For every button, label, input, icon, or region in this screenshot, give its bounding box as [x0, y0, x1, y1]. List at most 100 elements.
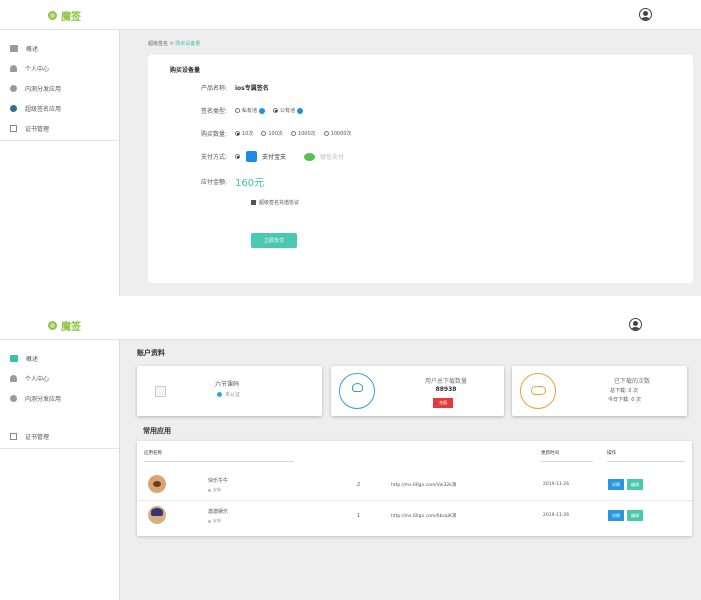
sidebar-item-beta-apps[interactable]: 内测分发应用: [0, 388, 119, 408]
edit-button[interactable]: 编辑: [627, 479, 643, 490]
help-icon[interactable]: [259, 107, 266, 114]
profile-name: 六节课码: [215, 381, 240, 388]
purchase-screen: 魔签 概述 个人中心 内测分发应用 超级签名应用 证书管理 超级签名 > 购买设…: [0, 0, 701, 296]
option-label: 公有池: [280, 108, 296, 114]
app-url[interactable]: http://ms.60gx.com/Vai32k演: [391, 482, 456, 488]
option-label: 私有池: [242, 108, 258, 114]
sidebar-item-overview[interactable]: 概述: [0, 348, 119, 368]
quantity-option-100[interactable]: 100次: [261, 130, 283, 137]
option-label: 1000次: [297, 131, 316, 137]
pay-wechat-option[interactable]: 微信支付: [304, 152, 344, 161]
platform-icon: [208, 519, 211, 523]
account-section-title: 账户资料: [137, 349, 165, 357]
sidebar-item-beta-apps[interactable]: 内测分发应用: [0, 78, 119, 98]
pay-now-button[interactable]: 立即支付: [251, 233, 297, 248]
radio[interactable]: [235, 108, 240, 113]
sidebar: 概述 个人中心 内测分发应用 超级签名应用 证书管理: [0, 30, 120, 296]
sign-type-label: 签名类型:: [200, 108, 227, 115]
app-name: 激激娱乐: [208, 509, 229, 515]
apps-section-title: 常用应用: [143, 427, 171, 435]
option-label: 10次: [242, 131, 254, 137]
amount-row: 应付金额: 160元: [148, 174, 264, 189]
quantity-option-10000[interactable]: 10000次: [323, 130, 352, 137]
pay-alipay-option[interactable]: 支付宝支: [235, 151, 286, 162]
sidebar-item-profile[interactable]: 个人中心: [0, 368, 119, 388]
user-avatar-icon[interactable]: [629, 318, 642, 331]
product-value: ios专属签名: [235, 85, 269, 92]
logo-icon: [48, 11, 57, 20]
header-rule: [541, 461, 593, 462]
certificate-icon: [10, 432, 17, 440]
header-updated: 更新时间: [541, 451, 559, 456]
total-downloads: 总下载: 0 次: [610, 388, 639, 394]
platform-label: 安装: [213, 487, 221, 492]
pay-alipay-label: 支付宝支: [262, 154, 287, 161]
option-label: 10000次: [330, 131, 352, 137]
app-icon[interactable]: [148, 475, 166, 493]
agreement-checkbox[interactable]: [251, 200, 256, 205]
detail-button[interactable]: 详情: [608, 479, 624, 490]
header-app-name: 应用名称: [144, 451, 162, 456]
app-url[interactable]: http://ms.60gx.com/6bsqiK演: [391, 513, 456, 519]
globe-icon: [10, 84, 17, 92]
sidebar-item-label: 概述: [26, 45, 39, 53]
app-updated-date: 2019-11-26: [543, 513, 570, 518]
radio-selected[interactable]: [235, 154, 240, 159]
agreement-row[interactable]: 超级签名充值协议: [251, 199, 299, 206]
radio[interactable]: [261, 131, 267, 136]
app-updated-date: 2019-11-26: [543, 482, 570, 487]
app-name: 快乐牛牛: [208, 478, 229, 484]
table-row[interactable]: 快乐牛牛 安装 2 http://ms.60gx.com/Vai32k演 201…: [137, 470, 692, 500]
quantity-label: 购买数量:: [200, 131, 227, 138]
logo-icon: [48, 321, 57, 330]
product-label: 产品名称:: [200, 85, 227, 92]
today-downloads: 今日下载: 0 次: [608, 397, 642, 403]
card-title: 购买设备量: [170, 67, 201, 74]
header-rule: [144, 461, 294, 462]
radio-selected[interactable]: [235, 131, 240, 136]
option-label: 100次: [268, 131, 283, 137]
amount-value: 160元: [235, 178, 265, 189]
verify-icon: [217, 392, 222, 397]
pay-method-row: 支付方式: 支付宝支 微信支付: [148, 151, 352, 162]
verification-badge[interactable]: 未认证: [217, 391, 240, 398]
app-install-count: 1: [357, 513, 361, 519]
compass-icon: [10, 104, 17, 112]
detail-button[interactable]: 详情: [608, 510, 624, 521]
breadcrumb: 超级签名 > 购买设备量: [148, 40, 200, 47]
sign-type-row: 签名类型: 私有池 公有池: [148, 106, 311, 115]
profile-avatar[interactable]: [155, 386, 166, 397]
edit-button[interactable]: 编辑: [627, 510, 643, 521]
agreement-text[interactable]: 超级签名充值协议: [259, 199, 299, 206]
sign-type-private[interactable]: 私有池: [235, 107, 266, 114]
help-icon[interactable]: [297, 107, 304, 114]
radio[interactable]: [290, 131, 296, 136]
sidebar-item-overview[interactable]: 概述: [0, 38, 119, 58]
quantity-option-10[interactable]: 10次: [235, 130, 253, 137]
table-row[interactable]: 激激娱乐 安装 1 http://ms.60gx.com/6bsqiK演 201…: [137, 500, 692, 530]
quantity-option-1000[interactable]: 1000次: [290, 130, 316, 137]
sidebar-item-profile[interactable]: 个人中心: [0, 58, 119, 78]
sidebar-item-label: 超级签名应用: [25, 105, 62, 113]
alipay-icon: [246, 151, 257, 162]
sidebar-divider: [0, 140, 119, 141]
sidebar-item-certificates[interactable]: 证书管理: [0, 118, 119, 138]
sidebar-item-super-sign-apps[interactable]: 超级签名应用: [0, 98, 119, 118]
monitor-icon: [10, 44, 18, 52]
radio[interactable]: [323, 131, 329, 136]
monitor-icon: [10, 354, 18, 362]
sidebar-item-certificates[interactable]: 证书管理: [0, 426, 119, 446]
recharge-button[interactable]: 充值: [433, 398, 453, 408]
amount-label: 应付金额:: [200, 179, 227, 186]
breadcrumb-parent[interactable]: 超级签名: [148, 41, 168, 47]
globe-icon: [10, 394, 17, 402]
logo[interactable]: 魔签: [48, 318, 81, 333]
remaining-label: 已下载的次数: [613, 378, 650, 385]
platform-icon: [208, 488, 211, 492]
app-icon[interactable]: [148, 506, 166, 524]
logo[interactable]: 魔签: [48, 8, 81, 23]
sidebar-item-label: 内测分发应用: [25, 85, 62, 93]
user-avatar-icon[interactable]: [639, 8, 652, 21]
sign-type-public[interactable]: 公有池: [273, 107, 304, 114]
radio-selected[interactable]: [273, 108, 279, 113]
